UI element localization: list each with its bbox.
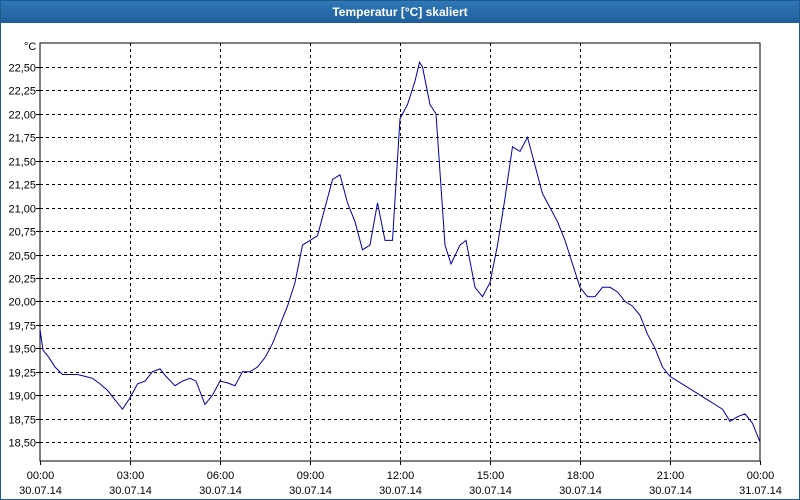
y-tick-label: 21,50	[8, 157, 36, 169]
x-tick-date-label: 30.07.14	[19, 485, 62, 497]
y-axis-ticks: 18,50 18,75 19,00 19,25 19,50 19,75 20,00 20,25…	[8, 63, 40, 450]
x-axis-ticks: 00:00 30.07.14 03:00 30.07.14 06:00 30.07.14 0…	[19, 461, 782, 497]
x-tick-date-label: 30.07.14	[379, 485, 422, 497]
y-tick-label: 19,25	[8, 368, 36, 380]
x-tick-time-label: 18:00	[567, 470, 595, 482]
y-tick-label: 19,50	[8, 344, 36, 356]
x-tick-time-label: 21:00	[657, 470, 685, 482]
y-tick-label: 22,25	[8, 86, 36, 98]
x-tick-time-label: 00:00	[27, 470, 55, 482]
y-tick-label: 20,00	[8, 297, 36, 309]
x-tick-time-label: 06:00	[207, 470, 235, 482]
grid-lines	[40, 43, 760, 461]
y-tick-label: 22,00	[8, 110, 36, 122]
y-tick-label: 20,25	[8, 274, 36, 286]
y-tick-label: 22,50	[8, 63, 36, 75]
x-tick-time-label: 12:00	[387, 470, 415, 482]
temperature-chart: 18,50 18,75 19,00 19,25 19,50 19,75 20,00 20,25…	[8, 41, 782, 497]
x-tick-date-label: 30.07.14	[559, 485, 602, 497]
x-tick-time-label: 03:00	[117, 470, 145, 482]
x-tick-time-label: 09:00	[297, 470, 325, 482]
x-tick-time-label: 00:00	[747, 470, 775, 482]
x-tick-date-label: 30.07.14	[109, 485, 152, 497]
y-tick-label: 18,50	[8, 438, 36, 450]
x-tick-time-label: 15:00	[477, 470, 505, 482]
y-tick-label: 19,75	[8, 321, 36, 333]
x-tick-date-label: 30.07.14	[289, 485, 332, 497]
y-axis-unit: °C	[24, 41, 36, 53]
x-tick-date-label: 31.07.14	[739, 485, 782, 497]
x-tick-date-label: 30.07.14	[649, 485, 692, 497]
y-tick-label: 20,75	[8, 227, 36, 239]
y-tick-label: 19,00	[8, 391, 36, 403]
y-tick-label: 20,50	[8, 251, 36, 263]
x-tick-date-label: 30.07.14	[199, 485, 242, 497]
y-tick-label: 21,00	[8, 204, 36, 216]
y-tick-label: 21,25	[8, 180, 36, 192]
y-tick-label: 18,75	[8, 415, 36, 427]
x-tick-date-label: 30.07.14	[469, 485, 512, 497]
y-tick-label: 21,75	[8, 133, 36, 145]
